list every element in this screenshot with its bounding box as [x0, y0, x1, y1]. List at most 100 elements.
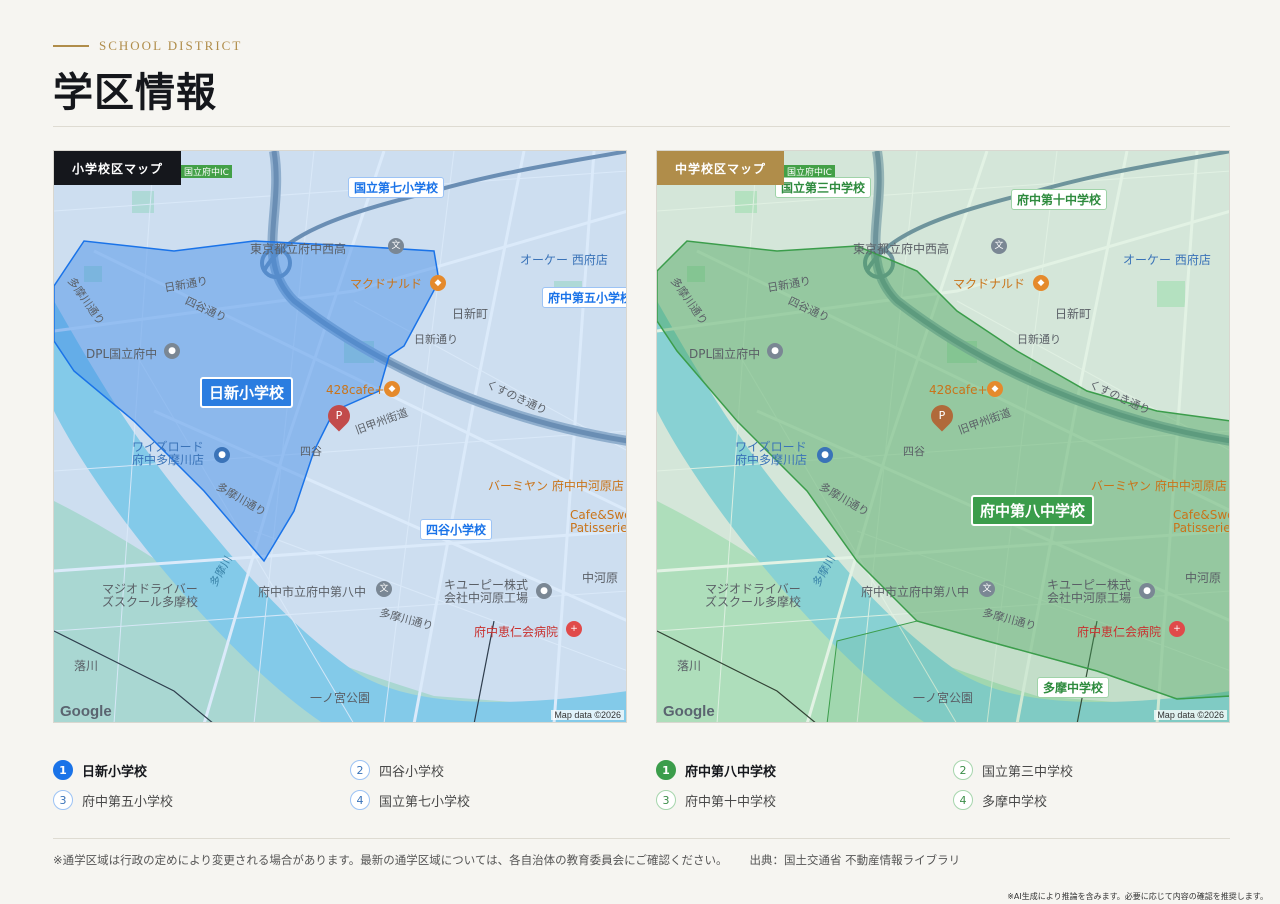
- cafe-sweets-label: Cafe&Swe Patisserie: [570, 508, 627, 536]
- legend-label: 府中第五小学校: [82, 794, 174, 810]
- junior-high-school-map[interactable]: 中学校区マップ 国立府中IC 東京都立府中西高 文 マクドナルド ◆ オーケー …: [656, 150, 1230, 723]
- factory-icon: ●: [1139, 583, 1155, 599]
- property-pin[interactable]: P: [323, 400, 355, 432]
- eyebrow-text: SCHOOL DISTRICT: [99, 38, 243, 53]
- legend-item: 1 日新小学校: [53, 760, 350, 780]
- cafe-label: 428cafe+: [929, 383, 988, 397]
- nakagawara-label: 中河原: [1185, 571, 1222, 585]
- divider-top: [53, 126, 1230, 127]
- legend-label: 日新小学校: [82, 764, 148, 780]
- map-attribution: Map data ©2026: [1154, 710, 1227, 720]
- legend-label: 国立第七小学校: [379, 794, 471, 810]
- legend-number: 3: [656, 790, 676, 810]
- mcd-label: マクドナルド: [953, 277, 1026, 291]
- map-attribution: Map data ©2026: [551, 710, 624, 720]
- jhs-label: 府中市立府中第八中: [258, 585, 367, 599]
- kewpie-label: キユーピー株式 会社中河原工場: [444, 578, 529, 606]
- legend-label: 四谷小学校: [379, 764, 445, 780]
- section-eyebrow: SCHOOL DISTRICT: [53, 38, 242, 54]
- legend-number: 2: [350, 760, 370, 780]
- ai-disclaimer: ※AI生成により推論を含みます。必要に応じて内容の確認を推奨します。: [1007, 892, 1268, 901]
- page-title: 学区情報: [53, 69, 217, 116]
- legend-item: 2 四谷小学校: [350, 760, 627, 780]
- ic-label: 国立府中IC: [181, 165, 232, 178]
- legend-item: 1 府中第八中学校: [656, 760, 953, 780]
- legend-item: 3 府中第五小学校: [53, 790, 350, 810]
- map-tag: 中学校区マップ: [657, 151, 785, 185]
- street-label: 日新通り: [1017, 333, 1061, 346]
- legend-label: 多摩中学校: [982, 794, 1048, 810]
- elementary-school-map[interactable]: 小学校区マップ 国立府中IC 東京都立府中西高 文 マクドナルド ◆ オーケー …: [53, 150, 627, 723]
- park-label: 一ノ宮公園: [310, 691, 371, 705]
- school-label: 国立第三中学校: [775, 177, 872, 198]
- nakagawara-label: 中河原: [582, 571, 619, 585]
- legend-number: 1: [53, 760, 73, 780]
- dpl-label: DPL国立府中: [86, 347, 158, 361]
- driving-school-label: マジオドライバー ズスクール多摩校: [102, 582, 199, 610]
- legend-number: 2: [953, 760, 973, 780]
- hospital-label: 府中恵仁会病院: [474, 625, 559, 639]
- note-text: ※通学区域は行政の定めにより変更される場合があります。最新の通学区域については、…: [53, 853, 728, 867]
- dpl-label: DPL国立府中: [689, 347, 761, 361]
- restaurant-icon: ◆: [1033, 275, 1049, 291]
- place-label: 落川: [677, 659, 702, 673]
- jhs-label: 府中市立府中第八中: [861, 585, 970, 599]
- legend-label: 府中第十中学校: [685, 794, 777, 810]
- park-label: 一ノ宮公園: [913, 691, 974, 705]
- cafe-label: 428cafe+: [326, 383, 385, 397]
- legend-item: 2 国立第三中学校: [953, 760, 1230, 780]
- school-label: 国立第七小学校: [348, 177, 445, 198]
- district-label: 府中第八中学校: [971, 495, 1095, 526]
- restaurant-icon: ◆: [430, 275, 446, 291]
- bamiyan-label: バーミヤン 府中中河原店: [488, 479, 624, 493]
- okay-label: オーケー 西府店: [520, 253, 608, 267]
- hospital-icon: +: [566, 621, 582, 637]
- town-label: 日新町: [452, 307, 489, 321]
- legend-item: 4 多摩中学校: [953, 790, 1230, 810]
- town-label: 日新町: [1055, 307, 1092, 321]
- high-school-label: 東京都立府中西高: [853, 242, 950, 256]
- driving-school-label: マジオドライバー ズスクール多摩校: [705, 582, 802, 610]
- shop-icon: ●: [817, 447, 833, 463]
- hospital-label: 府中恵仁会病院: [1077, 625, 1162, 639]
- divider-bottom: [53, 838, 1230, 839]
- factory-icon: ●: [536, 583, 552, 599]
- bike-shop-label: ワイズロード 府中多摩川店: [735, 440, 808, 468]
- legend-label: 府中第八中学校: [685, 764, 777, 780]
- place-label: 落川: [74, 659, 99, 673]
- footer-note: ※通学区域は行政の定めにより変更される場合があります。最新の通学区域については、…: [53, 852, 960, 868]
- facility-icon: ●: [164, 343, 180, 359]
- high-school-label: 東京都立府中西高: [250, 242, 347, 256]
- school-label: 四谷小学校: [420, 519, 493, 540]
- legend-item: 4 国立第七小学校: [350, 790, 627, 810]
- school-label: 府中第五小学校: [542, 287, 626, 308]
- hospital-icon: +: [1169, 621, 1185, 637]
- legend-number: 1: [656, 760, 676, 780]
- property-pin[interactable]: P: [926, 400, 958, 432]
- legend-item: 3 府中第十中学校: [656, 790, 953, 810]
- google-logo: Google: [60, 703, 112, 720]
- school-icon: 文: [991, 238, 1007, 254]
- school-label: 多摩中学校: [1037, 677, 1110, 698]
- eyebrow-line: [53, 45, 89, 47]
- school-label: 府中第十中学校: [1011, 189, 1108, 210]
- legend-number: 4: [350, 790, 370, 810]
- cafe-icon: ◆: [384, 381, 400, 397]
- shop-icon: ●: [214, 447, 230, 463]
- legend-number: 3: [53, 790, 73, 810]
- junior-high-school-legend: 1 府中第八中学校 2 国立第三中学校 3 府中第十中学校 4 多摩中学校: [656, 760, 1230, 810]
- cafe-icon: ◆: [987, 381, 1003, 397]
- okay-label: オーケー 西府店: [1123, 253, 1211, 267]
- bike-shop-label: ワイズロード 府中多摩川店: [132, 440, 205, 468]
- map-tag: 小学校区マップ: [54, 151, 182, 185]
- school-icon: 文: [388, 238, 404, 254]
- street-label: 日新通り: [414, 333, 458, 346]
- bamiyan-label: バーミヤン 府中中河原店: [1091, 479, 1227, 493]
- kewpie-label: キユーピー株式 会社中河原工場: [1047, 578, 1132, 606]
- google-logo: Google: [663, 703, 715, 720]
- place-label: 四谷: [300, 445, 322, 458]
- school-icon: 文: [979, 581, 995, 597]
- source-text: 出典：国土交通省 不動産情報ライブラリ: [749, 853, 961, 867]
- school-icon: 文: [376, 581, 392, 597]
- place-label: 四谷: [903, 445, 925, 458]
